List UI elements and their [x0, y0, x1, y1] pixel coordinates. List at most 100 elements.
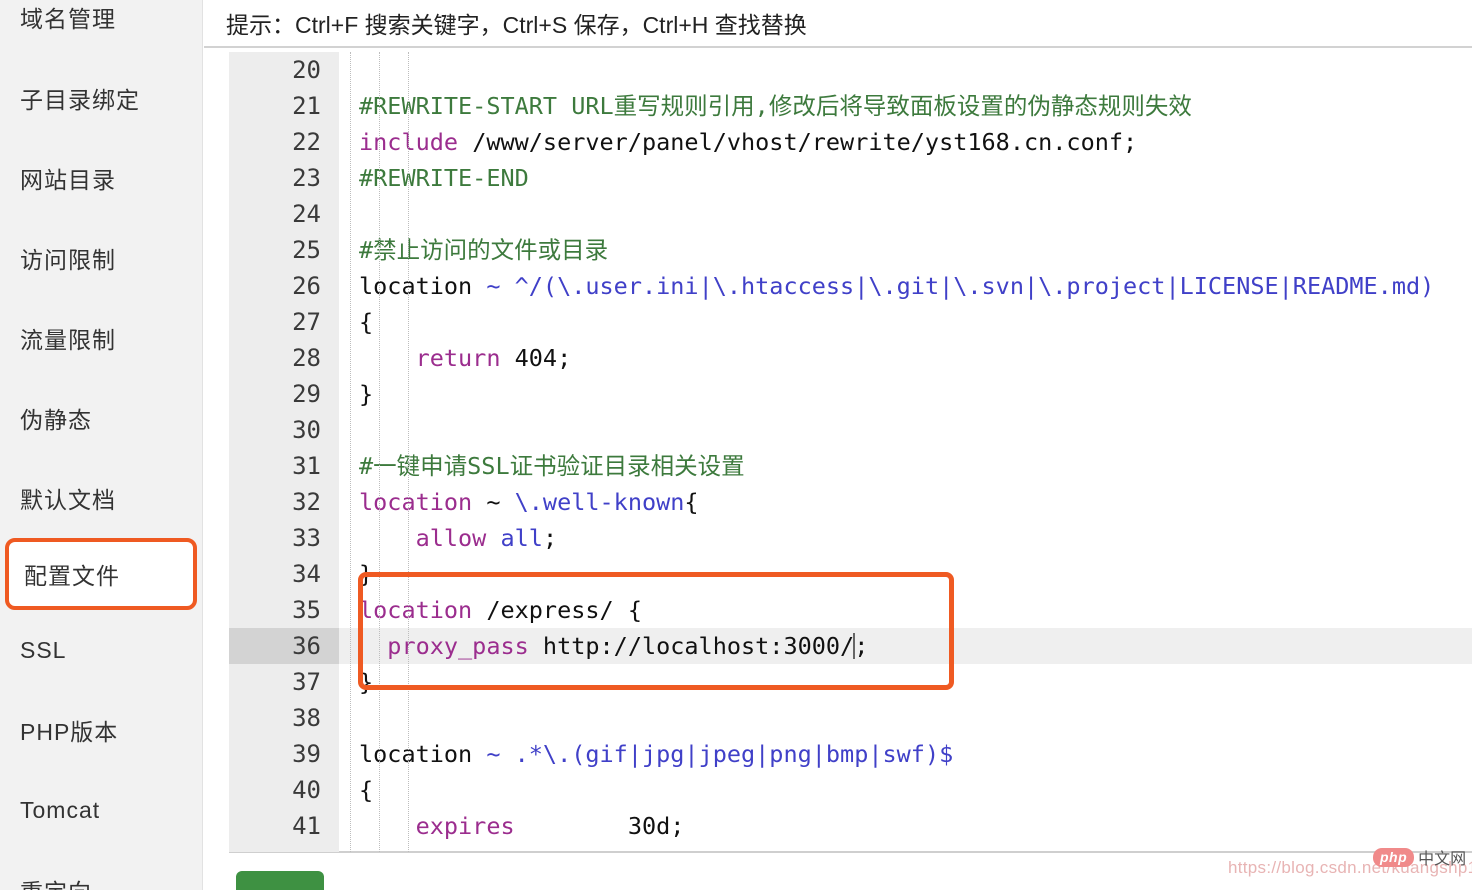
code-line-21[interactable]: 21 #REWRITE-START URL重写规则引用,修改后将导致面板设置的伪静…: [229, 88, 1472, 124]
code-line-content[interactable]: return 404;: [339, 340, 1472, 376]
code-line-39[interactable]: 39 location ~ .*\.(gif|jpg|jpeg|png|bmp|s…: [229, 736, 1472, 772]
code-line-29[interactable]: 29}: [229, 376, 1472, 412]
code-token: }: [359, 560, 374, 588]
sidebar-item-pseudo-static[interactable]: 伪静态: [0, 378, 202, 458]
code-token: {: [684, 488, 699, 516]
line-number: 26: [229, 268, 339, 304]
code-line-content[interactable]: location ~ \.well-known{: [339, 484, 1472, 520]
configuration-file-editor-page: 域名管理 子目录绑定 网站目录 访问限制 流量限制 伪静态 默认文档 配置文件 …: [0, 0, 1472, 890]
code-line-content[interactable]: [339, 412, 1472, 448]
code-line-30[interactable]: 30: [229, 412, 1472, 448]
line-number: 32: [229, 484, 339, 520]
code-line-content[interactable]: #REWRITE-END: [339, 160, 1472, 196]
code-line-content[interactable]: }: [339, 556, 1472, 592]
sidebar-item-label: Tomcat: [20, 796, 101, 823]
code-line-25[interactable]: 25 #禁止访问的文件或目录: [229, 232, 1472, 268]
code-line-34[interactable]: 34}: [229, 556, 1472, 592]
code-line-content[interactable]: }: [339, 376, 1472, 412]
code-line-22[interactable]: 22 include /www/server/panel/vhost/rewrit…: [229, 124, 1472, 160]
code-line-content[interactable]: #REWRITE-START URL重写规则引用,修改后将导致面板设置的伪静态规…: [339, 88, 1472, 124]
code-line-content[interactable]: location ~ .*\.(gif|jpg|jpeg|png|bmp|swf…: [339, 736, 1472, 772]
code-line-36[interactable]: 36 proxy_pass http://localhost:3000/;: [229, 628, 1472, 664]
editor-hint-text: 提示：Ctrl+F 搜索关键字，Ctrl+S 保存，Ctrl+H 查找替换: [226, 12, 807, 38]
code-line-content[interactable]: proxy_pass http://localhost:3000/;: [339, 628, 1472, 664]
code-line-content[interactable]: }: [339, 664, 1472, 700]
code-line-40[interactable]: 40 {: [229, 772, 1472, 808]
code-editor[interactable]: 20 21 #REWRITE-START URL重写规则引用,修改后将导致面板设置的…: [229, 52, 1472, 852]
line-number: 38: [229, 700, 339, 736]
code-line-content[interactable]: error_log /dev/null;: [339, 844, 1472, 852]
code-line-content[interactable]: [339, 196, 1472, 232]
line-number: 24: [229, 196, 339, 232]
code-line-28[interactable]: 28 return 404;: [229, 340, 1472, 376]
code-token: 404;: [500, 344, 572, 372]
code-token: ;: [542, 524, 558, 552]
code-line-32[interactable]: 32 location ~ \.well-known{: [229, 484, 1472, 520]
sidebar-item-configuration-file[interactable]: 配置文件: [5, 538, 197, 610]
code-token: 30d;: [514, 812, 685, 840]
code-line-content[interactable]: location /express/ {: [339, 592, 1472, 628]
code-token: ;: [854, 632, 869, 660]
code-line-content[interactable]: location ~ ^/(\.user.ini|\.htaccess|\.gi…: [339, 268, 1472, 304]
code-line-35[interactable]: 35 location /express/ {: [229, 592, 1472, 628]
sidebar-item-tomcat[interactable]: Tomcat: [0, 770, 202, 850]
code-line-content[interactable]: {: [339, 772, 1472, 808]
sidebar-item-site-directory[interactable]: 网站目录: [0, 138, 202, 218]
code-line-42[interactable]: 42 error_log /dev/null;: [229, 844, 1472, 852]
sidebar-item-default-document[interactable]: 默认文档: [0, 458, 202, 538]
code-token: ~ ^/(\.user.ini|\.htaccess|\.git|\.svn|\…: [486, 272, 1435, 300]
line-number: 28: [229, 340, 339, 376]
code-line-26[interactable]: 26 location ~ ^/(\.user.ini|\.htaccess|\.…: [229, 268, 1472, 304]
code-token: location: [359, 596, 473, 624]
line-number: 41: [229, 808, 339, 844]
code-line-20[interactable]: 20: [229, 52, 1472, 88]
code-line-27[interactable]: 27 {: [229, 304, 1472, 340]
sidebar-item-ssl[interactable]: SSL: [0, 610, 202, 690]
sidebar-item-redirect[interactable]: 重定向: [0, 850, 202, 890]
code-token: all: [500, 524, 543, 552]
line-number: 21: [229, 88, 339, 124]
code-token: }: [359, 668, 374, 696]
code-token: /express/ {: [472, 596, 642, 624]
code-token: return: [415, 344, 501, 372]
line-number: 20: [229, 52, 339, 88]
line-number: 35: [229, 592, 339, 628]
sidebar-item-label: 域名管理: [20, 6, 116, 32]
line-number: 40: [229, 772, 339, 808]
code-line-content[interactable]: {: [339, 304, 1472, 340]
code-lines-container[interactable]: 20 21 #REWRITE-START URL重写规则引用,修改后将导致面板设置的…: [229, 52, 1472, 852]
sidebar-item-label: 配置文件: [24, 563, 120, 589]
save-button[interactable]: [236, 871, 324, 890]
code-token: ~: [472, 488, 515, 516]
line-number: 29: [229, 376, 339, 412]
code-line-content[interactable]: [339, 700, 1472, 736]
code-line-33[interactable]: 33 allow all;: [229, 520, 1472, 556]
line-number: 25: [229, 232, 339, 268]
code-token: ~ .*\.(gif|jpg|jpeg|png|bmp|swf)$: [486, 740, 954, 768]
sidebar-item-label: 网站目录: [20, 167, 116, 193]
code-line-content[interactable]: #一键申请SSL证书验证目录相关设置: [339, 448, 1472, 484]
code-line-content[interactable]: #禁止访问的文件或目录: [339, 232, 1472, 268]
code-token: location: [359, 740, 487, 768]
code-line-content[interactable]: expires 30d;: [339, 808, 1472, 844]
sidebar-item-domain-management[interactable]: 域名管理: [0, 0, 202, 58]
line-number: 31: [229, 448, 339, 484]
code-line-37[interactable]: 37}: [229, 664, 1472, 700]
line-number: 30: [229, 412, 339, 448]
sidebar-item-subdirectory-binding[interactable]: 子目录绑定: [0, 58, 202, 138]
code-line-content[interactable]: [339, 52, 1472, 88]
hint-bar-divider: [204, 46, 1472, 48]
code-line-38[interactable]: 38: [229, 700, 1472, 736]
code-line-41[interactable]: 41 expires 30d;: [229, 808, 1472, 844]
code-token: expires: [415, 812, 515, 840]
sidebar-item-access-restriction[interactable]: 访问限制: [0, 218, 202, 298]
sidebar-nav: 域名管理 子目录绑定 网站目录 访问限制 流量限制 伪静态 默认文档 配置文件 …: [0, 0, 203, 890]
sidebar-item-php-version[interactable]: PHP版本: [0, 690, 202, 770]
code-token: {: [359, 776, 374, 804]
code-line-24[interactable]: 24: [229, 196, 1472, 232]
code-line-23[interactable]: 23 #REWRITE-END: [229, 160, 1472, 196]
code-line-content[interactable]: allow all;: [339, 520, 1472, 556]
sidebar-item-traffic-limit[interactable]: 流量限制: [0, 298, 202, 378]
code-line-content[interactable]: include /www/server/panel/vhost/rewrite/…: [339, 124, 1472, 160]
code-line-31[interactable]: 31 #一键申请SSL证书验证目录相关设置: [229, 448, 1472, 484]
